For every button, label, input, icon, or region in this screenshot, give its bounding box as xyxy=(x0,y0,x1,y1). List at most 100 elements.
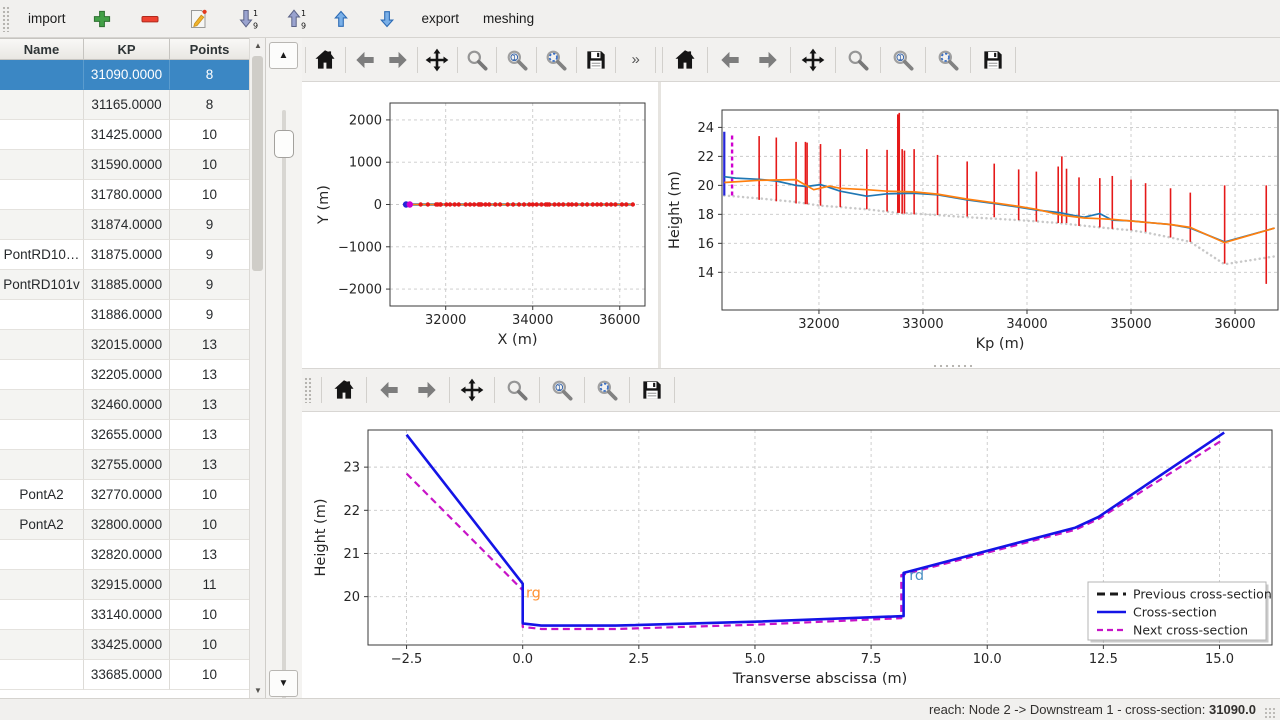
cell-kp[interactable]: 31780.0000 xyxy=(84,180,170,210)
cell-name[interactable]: PontRD101v xyxy=(0,270,84,300)
cell-name[interactable] xyxy=(0,660,84,690)
table-row[interactable]: 31874.00009 xyxy=(0,210,250,240)
table-row[interactable]: PontRD10…31875.00009 xyxy=(0,240,250,270)
cell-points[interactable]: 13 xyxy=(170,450,250,480)
edit-cross-section-button[interactable] xyxy=(177,2,219,36)
nav-save-button[interactable] xyxy=(976,43,1010,77)
cell-points[interactable]: 10 xyxy=(170,660,250,690)
cell-kp[interactable]: 32800.0000 xyxy=(84,510,170,540)
cell-kp[interactable]: 32015.0000 xyxy=(84,330,170,360)
scroll-down-icon[interactable]: ▼ xyxy=(250,683,266,698)
cell-points[interactable]: 10 xyxy=(170,180,250,210)
table-row[interactable]: 31425.000010 xyxy=(0,120,250,150)
cell-kp[interactable]: 31886.0000 xyxy=(84,300,170,330)
plan-view-canvas[interactable]: 320003400036000−2000−1000010002000X (m)Y… xyxy=(302,82,658,368)
nav-zoom-config-button[interactable]: 1 xyxy=(545,373,579,407)
scroll-up-icon[interactable]: ▲ xyxy=(250,38,266,53)
profile-view-canvas[interactable]: 3200033000340003500036000141618202224Kp … xyxy=(661,82,1280,368)
nav-overflow-button[interactable]: » xyxy=(621,43,650,77)
cell-kp[interactable]: 31875.0000 xyxy=(84,240,170,270)
cell-kp[interactable]: 33140.0000 xyxy=(84,600,170,630)
table-row[interactable]: 31090.00008 xyxy=(0,60,250,90)
table-row[interactable]: 32755.000013 xyxy=(0,450,250,480)
table-row[interactable]: PontA232770.000010 xyxy=(0,480,250,510)
table-row[interactable]: 32655.000013 xyxy=(0,420,250,450)
table-row[interactable]: PontA232800.000010 xyxy=(0,510,250,540)
import-button[interactable]: import xyxy=(19,6,75,31)
slider-down-button[interactable]: ▼ xyxy=(269,670,298,697)
cell-points[interactable]: 10 xyxy=(170,630,250,660)
toolbar-grip[interactable] xyxy=(2,6,10,32)
cell-kp[interactable]: 33685.0000 xyxy=(84,660,170,690)
export-button[interactable]: export xyxy=(413,6,469,31)
cell-points[interactable]: 13 xyxy=(170,420,250,450)
cell-kp[interactable]: 31874.0000 xyxy=(84,210,170,240)
cell-name[interactable] xyxy=(0,570,84,600)
cell-points[interactable]: 13 xyxy=(170,330,250,360)
table-row[interactable]: 33140.000010 xyxy=(0,600,250,630)
slider-thumb[interactable] xyxy=(274,130,294,158)
cell-name[interactable] xyxy=(0,630,84,660)
table-row[interactable]: PontRD101v31885.00009 xyxy=(0,270,250,300)
cell-name[interactable] xyxy=(0,600,84,630)
cell-name[interactable]: PontA2 xyxy=(0,480,84,510)
column-header-points[interactable]: Points xyxy=(170,38,250,60)
cell-name[interactable] xyxy=(0,450,84,480)
cell-name[interactable]: PontA2 xyxy=(0,510,84,540)
slider-up-button[interactable]: ▲ xyxy=(269,42,298,69)
move-up-button[interactable] xyxy=(321,3,361,35)
cell-kp[interactable]: 33425.0000 xyxy=(84,630,170,660)
cell-kp[interactable]: 31885.0000 xyxy=(84,270,170,300)
nav-back-button[interactable] xyxy=(372,373,406,407)
sort-descending-button[interactable]: 19 xyxy=(225,2,267,36)
cell-points[interactable]: 9 xyxy=(170,210,250,240)
cross-section-canvas[interactable]: −2.50.02.55.07.510.012.515.020212223Tran… xyxy=(302,412,1280,698)
cell-name[interactable]: PontRD10… xyxy=(0,240,84,270)
table-row[interactable]: 32460.000013 xyxy=(0,390,250,420)
resize-grip[interactable] xyxy=(1264,707,1276,719)
table-row[interactable]: 32015.000013 xyxy=(0,330,250,360)
nav-home-button[interactable] xyxy=(668,43,702,77)
nav-zoom-config-button[interactable]: 1 xyxy=(886,43,920,77)
scrollbar-thumb[interactable] xyxy=(252,56,263,271)
nav-pan-button[interactable] xyxy=(796,43,830,77)
cell-points[interactable]: 9 xyxy=(170,270,250,300)
cell-kp[interactable]: 32915.0000 xyxy=(84,570,170,600)
nav-save-button[interactable] xyxy=(635,373,669,407)
nav-forward-button[interactable] xyxy=(410,373,444,407)
nav-home-button[interactable] xyxy=(311,43,340,77)
cell-points[interactable]: 8 xyxy=(170,90,250,120)
nav-home-button[interactable] xyxy=(327,373,361,407)
cell-name[interactable] xyxy=(0,300,84,330)
nav-back-button[interactable] xyxy=(713,43,747,77)
nav-zoom-button[interactable] xyxy=(463,43,492,77)
toolbar-grip[interactable] xyxy=(304,377,312,403)
cell-kp[interactable]: 31090.0000 xyxy=(84,60,170,90)
table-row[interactable]: 31886.00009 xyxy=(0,300,250,330)
cell-name[interactable] xyxy=(0,540,84,570)
cell-kp[interactable]: 31425.0000 xyxy=(84,120,170,150)
cell-kp[interactable]: 31165.0000 xyxy=(84,90,170,120)
cell-name[interactable] xyxy=(0,60,84,90)
slider-groove[interactable] xyxy=(282,110,286,704)
cell-name[interactable] xyxy=(0,180,84,210)
cell-points[interactable]: 10 xyxy=(170,510,250,540)
cell-points[interactable]: 8 xyxy=(170,60,250,90)
cell-points[interactable]: 13 xyxy=(170,540,250,570)
cell-points[interactable]: 10 xyxy=(170,150,250,180)
add-cross-section-button[interactable] xyxy=(81,2,123,36)
nav-save-button[interactable] xyxy=(582,43,611,77)
meshing-button[interactable]: meshing xyxy=(474,6,543,31)
cell-points[interactable]: 10 xyxy=(170,120,250,150)
cell-name[interactable] xyxy=(0,90,84,120)
cell-kp[interactable]: 32770.0000 xyxy=(84,480,170,510)
nav-zoom-fit-button[interactable] xyxy=(590,373,624,407)
cell-kp[interactable]: 32820.0000 xyxy=(84,540,170,570)
cell-points[interactable]: 13 xyxy=(170,360,250,390)
nav-zoom-fit-button[interactable] xyxy=(542,43,571,77)
cell-kp[interactable]: 31590.0000 xyxy=(84,150,170,180)
cell-name[interactable] xyxy=(0,120,84,150)
sort-ascending-button[interactable]: 19 xyxy=(273,2,315,36)
nav-zoom-button[interactable] xyxy=(500,373,534,407)
nav-pan-button[interactable] xyxy=(423,43,452,77)
